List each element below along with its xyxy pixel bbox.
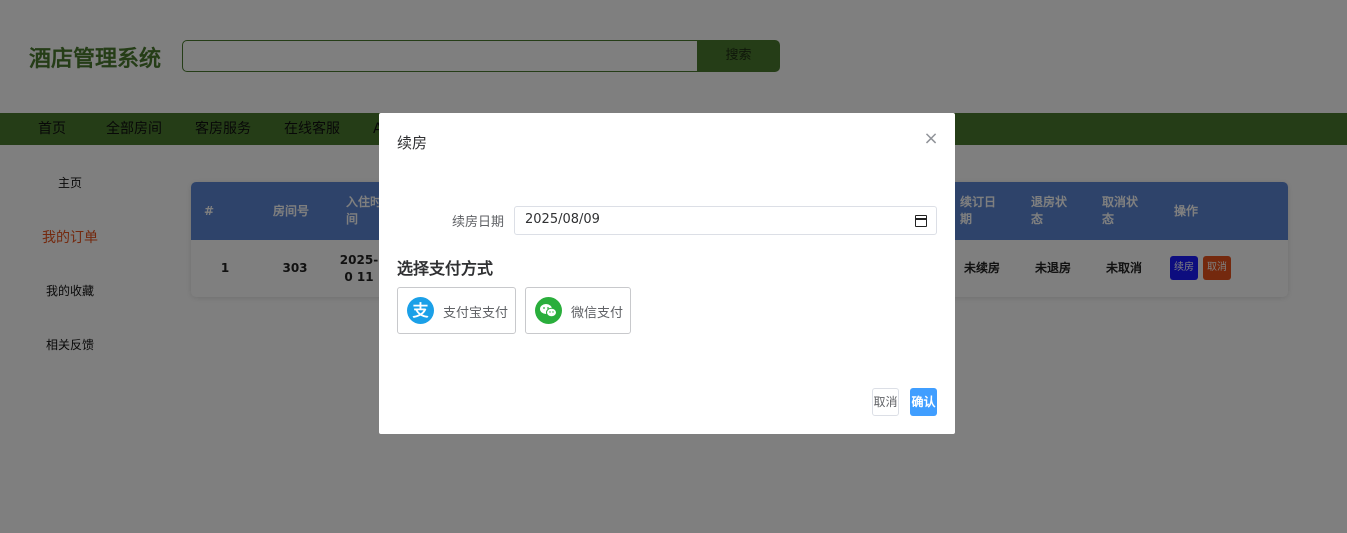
- dialog-title: 续房: [397, 134, 428, 152]
- calendar-icon[interactable]: [915, 215, 927, 227]
- wechat-icon: [535, 297, 562, 324]
- alipay-label: 支付宝支付: [443, 306, 509, 321]
- alipay-icon: 支: [407, 297, 434, 324]
- dialog-cancel-button[interactable]: 取消: [872, 388, 899, 416]
- renew-date-label: 续房日期: [451, 215, 504, 230]
- renew-dialog: 续房 × 续房日期 2025/08/09 选择支付方式 支 支付宝支付 微信支付…: [379, 113, 955, 434]
- renew-date-input[interactable]: 2025/08/09: [514, 206, 937, 235]
- wechat-pay-label: 微信支付: [571, 306, 624, 321]
- payment-method-title: 选择支付方式: [397, 259, 494, 278]
- close-icon[interactable]: ×: [921, 129, 941, 149]
- renew-date-value: 2025/08/09: [525, 212, 600, 227]
- dialog-confirm-button[interactable]: 确认: [910, 388, 937, 416]
- wechat-pay-option[interactable]: 微信支付: [525, 287, 631, 334]
- alipay-option[interactable]: 支 支付宝支付: [397, 287, 516, 334]
